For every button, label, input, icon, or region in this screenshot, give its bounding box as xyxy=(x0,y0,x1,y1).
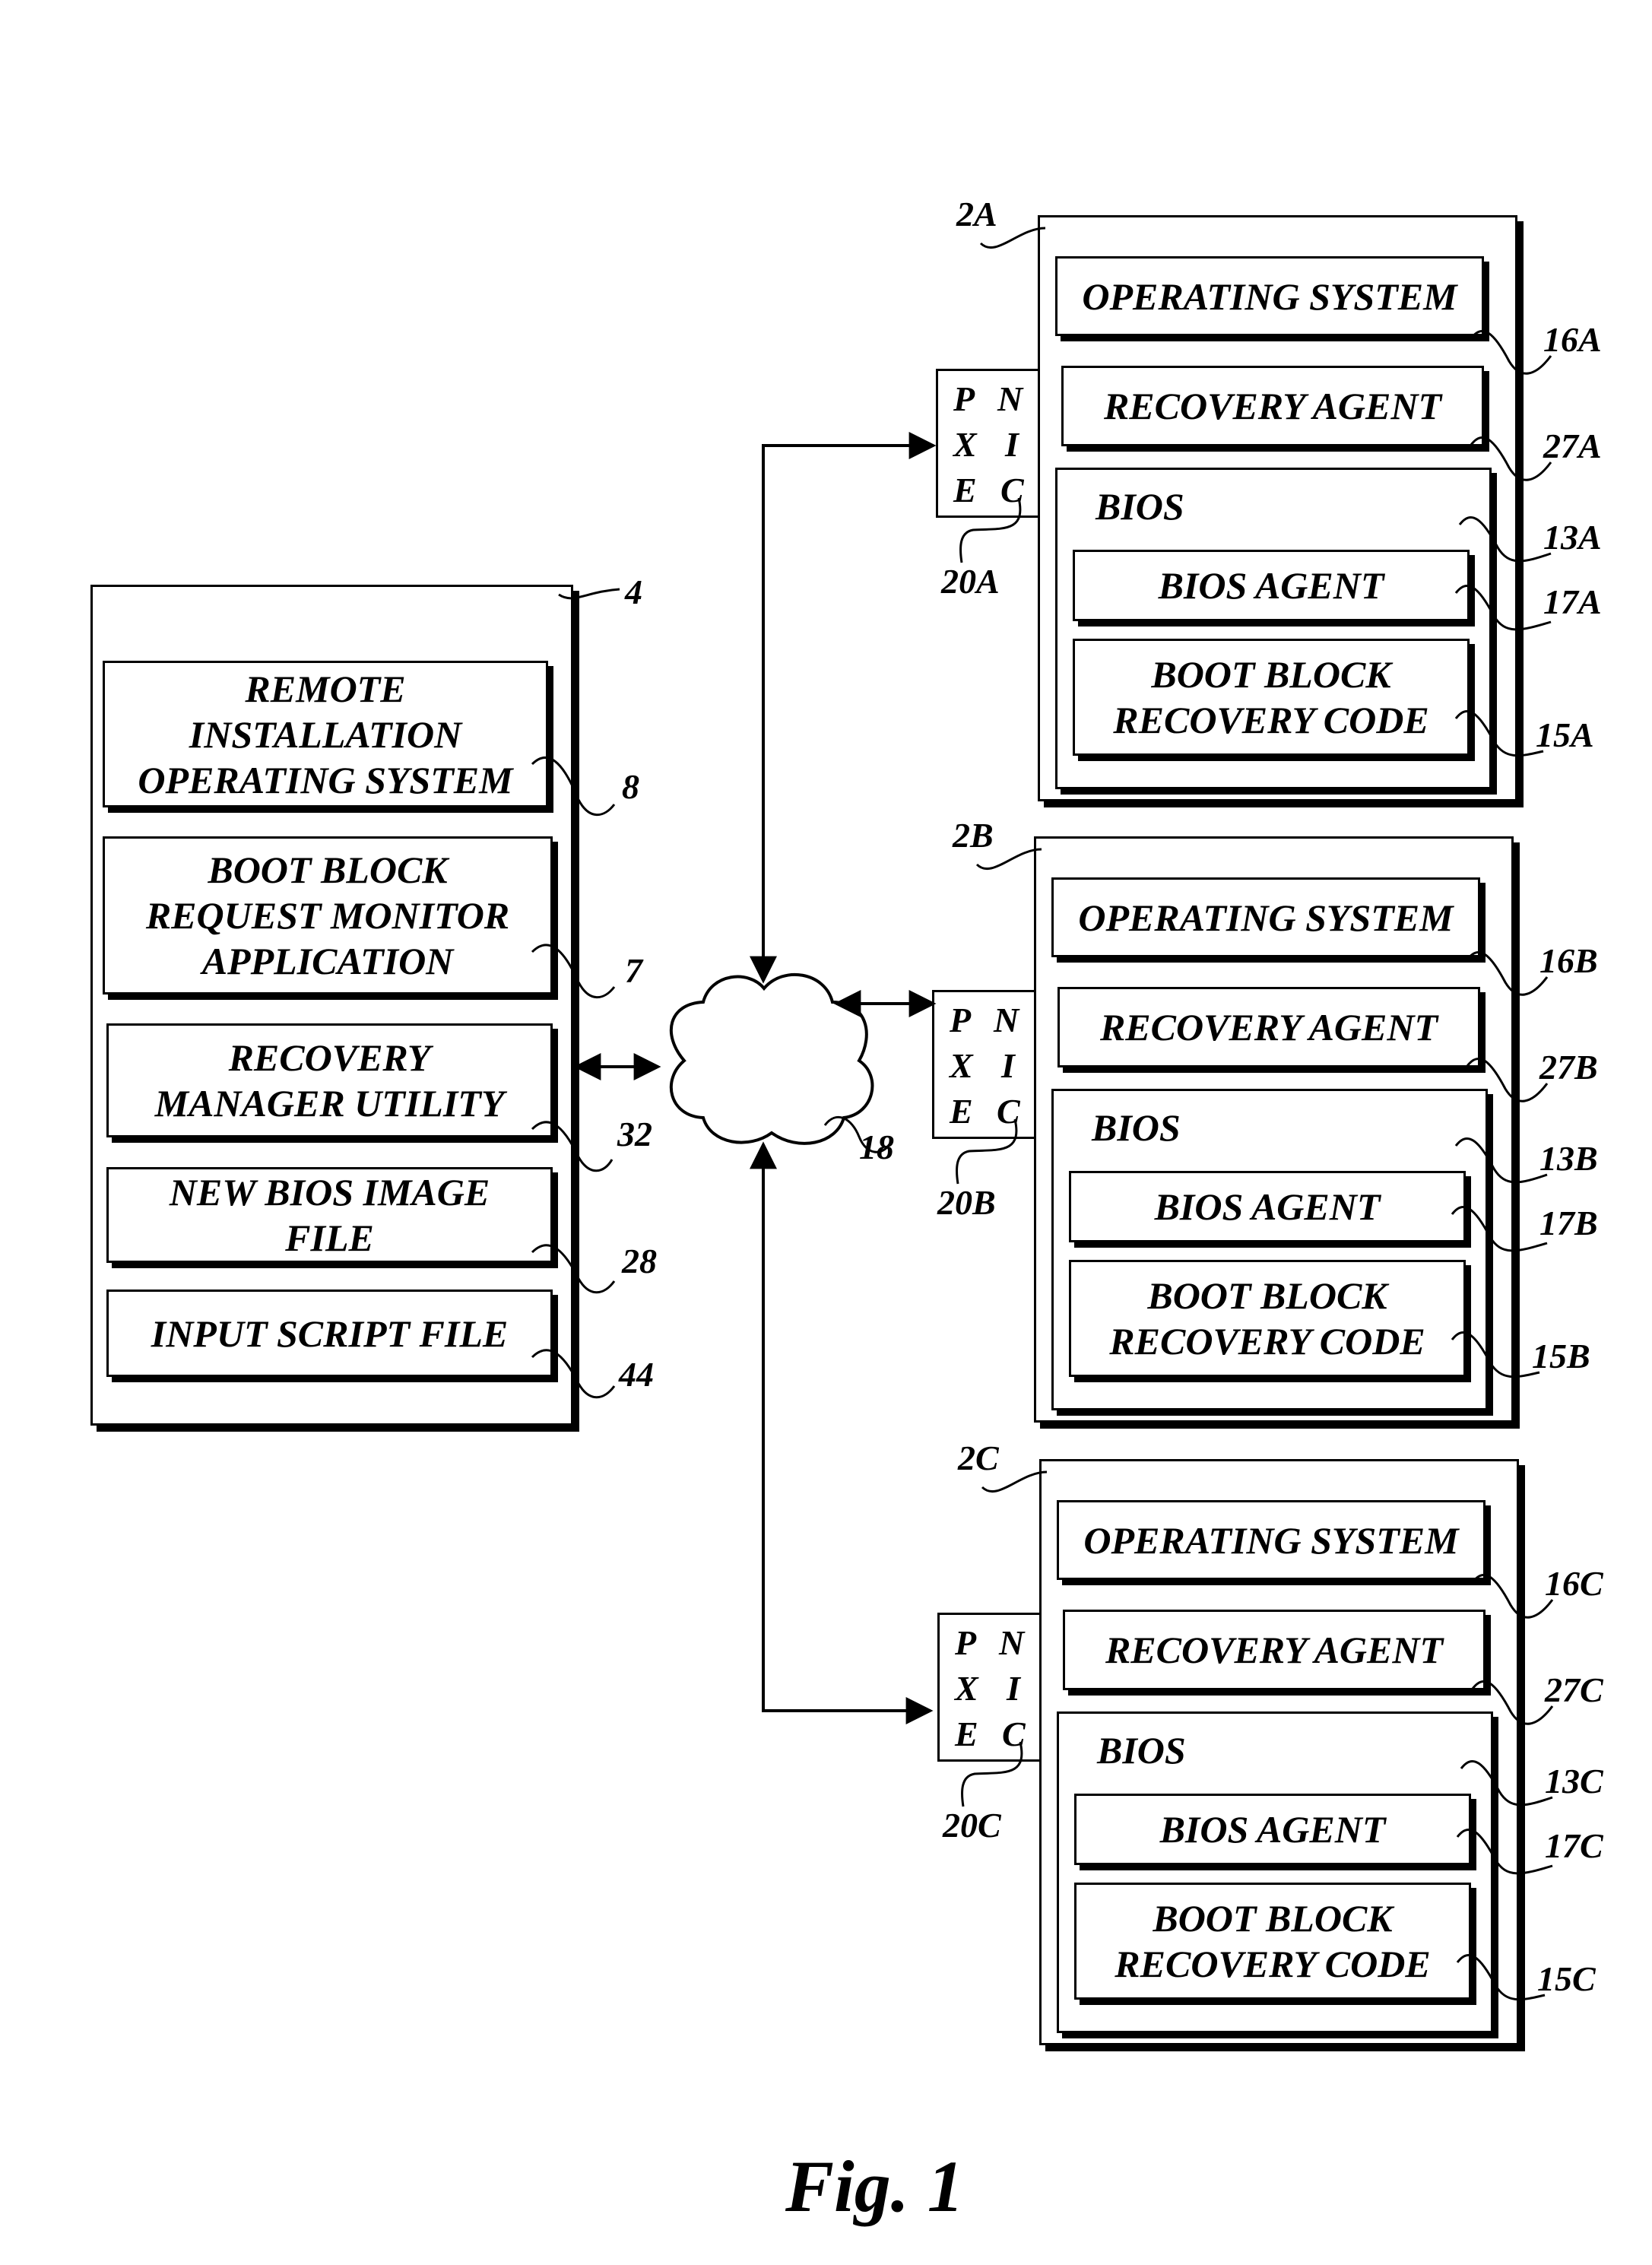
bios-agent-label: BIOS AGENT xyxy=(1159,1808,1386,1851)
ref-bios-agent: 17B xyxy=(1539,1204,1598,1242)
nic-letter: I xyxy=(1001,1046,1015,1085)
client-computer-2a: P X E N I C OPERATING SYSTEM RECOVERY AG… xyxy=(0,0,1652,801)
nic-letter: N xyxy=(994,1001,1019,1039)
bios-agent-label: BIOS AGENT xyxy=(1154,1185,1381,1228)
ref-boot-block-recovery-code: 15C xyxy=(1537,1959,1596,1998)
recovery-agent-box: RECOVERY AGENT xyxy=(1063,1610,1486,1690)
nic-letter: N xyxy=(999,1623,1025,1662)
boot-block-recovery-code-label: BOOT BLOCK RECOVERY CODE xyxy=(1115,1897,1431,1985)
operating-system-label: OPERATING SYSTEM xyxy=(1078,896,1454,939)
ref-nic: 20A xyxy=(941,562,1000,601)
pxe-letter: E xyxy=(955,1715,978,1753)
ref-operating-system: 16B xyxy=(1539,941,1598,980)
ref-nic: 20C xyxy=(943,1806,1001,1845)
bios-agent-box: BIOS AGENT xyxy=(1069,1171,1466,1242)
pxe-letter: X xyxy=(955,1669,978,1708)
pxe-nic-box: P X E N I C xyxy=(937,1613,1042,1762)
pxe-nic-box: P X E N I C xyxy=(932,990,1036,1139)
ref-bios: 13C xyxy=(1545,1762,1603,1800)
bios-agent-label: BIOS AGENT xyxy=(1158,564,1384,607)
bios-label: BIOS xyxy=(1092,1106,1181,1149)
nic-letter: C xyxy=(1002,1715,1026,1753)
ref-recovery-agent: 27B xyxy=(1539,1048,1598,1087)
ref-computer: 2C xyxy=(958,1439,999,1477)
ref-computer: 2B xyxy=(953,816,994,855)
operating-system-box: OPERATING SYSTEM xyxy=(1051,877,1480,957)
bios-agent-box: BIOS AGENT xyxy=(1073,550,1470,621)
client-computer-2c: P X E N I C OPERATING SYSTEM RECOVERY AG… xyxy=(2,1244,1652,2045)
ref-bios: 13A xyxy=(1543,518,1602,557)
pxe-letter: E xyxy=(950,1092,973,1131)
pxe-letter: X xyxy=(950,1046,973,1085)
ref-bios: 13B xyxy=(1539,1139,1598,1178)
bios-agent-box: BIOS AGENT xyxy=(1074,1794,1471,1865)
ref-operating-system: 16A xyxy=(1543,320,1602,359)
pxe-letter: P xyxy=(953,379,975,418)
ref-bios-agent: 17C xyxy=(1545,1826,1603,1865)
nic-letter: I xyxy=(1007,1669,1020,1708)
recovery-agent-label: RECOVERY AGENT xyxy=(1103,385,1442,427)
ref-bios-agent: 17A xyxy=(1543,582,1602,621)
recovery-agent-label: RECOVERY AGENT xyxy=(1105,1629,1444,1671)
operating-system-box: OPERATING SYSTEM xyxy=(1055,256,1484,336)
ref-nic: 20B xyxy=(937,1183,996,1222)
bios-label: BIOS xyxy=(1096,485,1184,528)
pxe-letter: P xyxy=(955,1623,977,1662)
nic-letter: C xyxy=(997,1092,1020,1131)
boot-block-recovery-code-box: BOOT BLOCK RECOVERY CODE xyxy=(1074,1883,1471,2000)
operating-system-label: OPERATING SYSTEM xyxy=(1082,274,1457,318)
client-computer-2b: P X E N I C OPERATING SYSTEM RECOVERY AG… xyxy=(0,621,1648,1423)
nic-letter: C xyxy=(1000,471,1024,509)
ref-operating-system: 16C xyxy=(1545,1564,1603,1603)
pxe-letter: P xyxy=(950,1001,972,1039)
ref-recovery-agent: 27A xyxy=(1543,427,1602,465)
nic-letter: N xyxy=(997,379,1023,418)
pxe-nic-box: P X E N I C xyxy=(936,369,1040,518)
figure-caption: Fig. 1 xyxy=(785,2146,964,2227)
operating-system-box: OPERATING SYSTEM xyxy=(1057,1500,1486,1580)
pxe-letter: E xyxy=(953,471,977,509)
recovery-agent-box: RECOVERY AGENT xyxy=(1057,987,1480,1067)
ref-recovery-agent: 27C xyxy=(1545,1670,1603,1709)
nic-letter: I xyxy=(1005,425,1019,464)
ref-computer: 2A xyxy=(956,195,997,233)
operating-system-label: OPERATING SYSTEM xyxy=(1083,1518,1459,1562)
recovery-agent-label: RECOVERY AGENT xyxy=(1099,1006,1438,1048)
pxe-letter: X xyxy=(953,425,977,464)
bios-label: BIOS xyxy=(1097,1729,1186,1772)
recovery-agent-box: RECOVERY AGENT xyxy=(1061,366,1484,446)
